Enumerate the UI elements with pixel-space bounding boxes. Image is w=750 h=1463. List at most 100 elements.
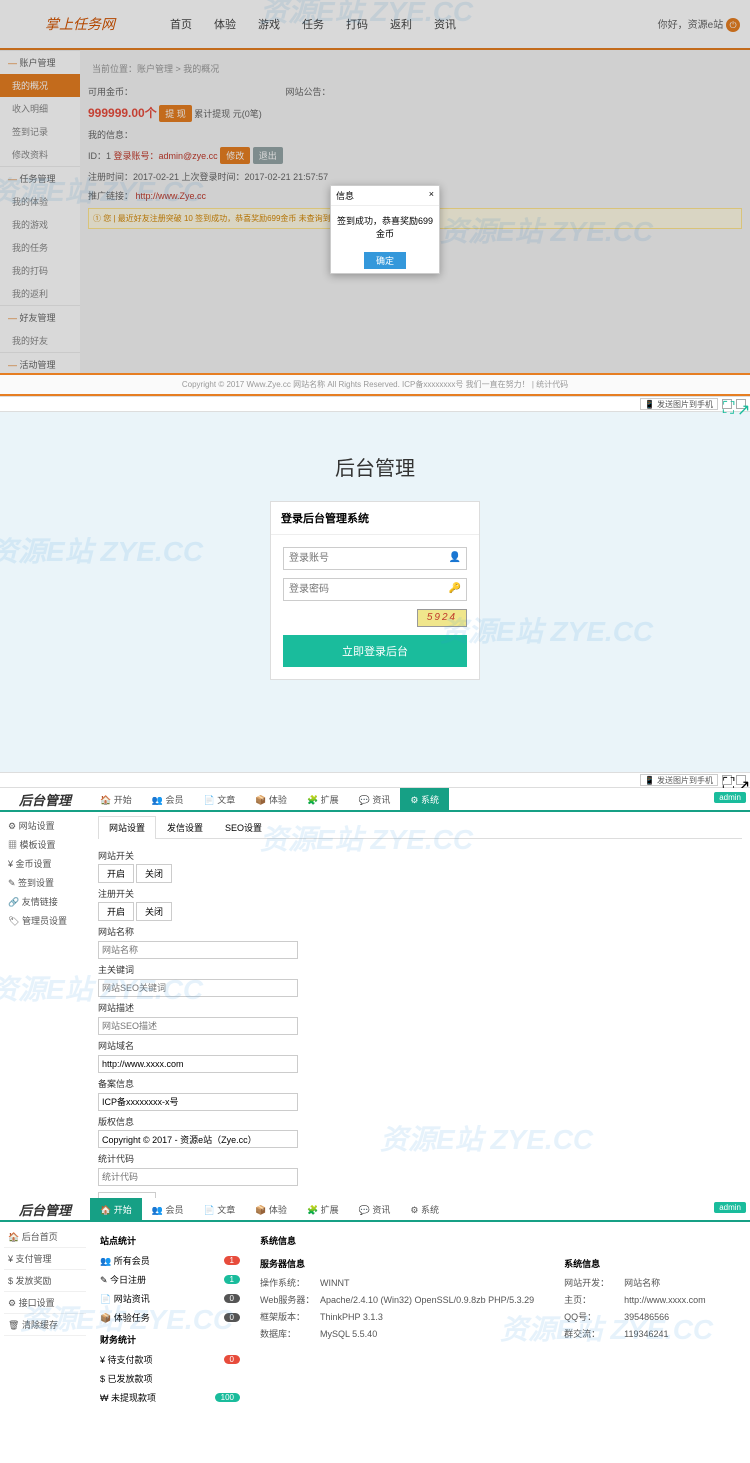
dialog-message: 签到成功，恭喜奖励699金币 [331, 206, 439, 248]
reg-on-button[interactable]: 开启 [98, 902, 134, 921]
admin-sidebar: ⚙ 网站设置 ▦ 模板设置 ¥ 金币设置 ✎ 签到设置 🔗 友情链接 🏷 管理员… [0, 812, 90, 1198]
password-input[interactable] [283, 578, 467, 601]
captcha-image[interactable]: 5924 [417, 609, 467, 627]
label-icp: 备案信息 [98, 1077, 742, 1090]
sitename-input[interactable] [98, 941, 298, 959]
qq-value: 395486566 [624, 1312, 669, 1322]
menu-member[interactable]: 👥 会员 [142, 1198, 194, 1221]
expand-icon[interactable]: ⛶ [722, 399, 732, 409]
login-submit-button[interactable]: 立即登录后台 [283, 635, 467, 667]
menu-news[interactable]: 💬 资讯 [349, 1198, 401, 1221]
stat-input[interactable] [98, 1168, 298, 1186]
admin-settings-panel: 资源E站 ZYE.CC 资源E站 ZYE.CC 资源E站 ZYE.CC 后台管理… [0, 788, 750, 1198]
tab-mail[interactable]: 发信设置 [156, 816, 214, 838]
expand-icon[interactable]: ⛶ [722, 775, 732, 785]
side-reward[interactable]: $ 发放奖励 [4, 1270, 86, 1292]
web-label: Web服务器： [260, 1293, 320, 1306]
menu-news[interactable]: 💬 资讯 [349, 788, 401, 811]
tab-site[interactable]: 网站设置 [98, 816, 156, 839]
menu-system[interactable]: ⚙ 系统 [400, 1198, 449, 1221]
label-keyword: 主关键词 [98, 963, 742, 976]
os-label: 操作系统： [260, 1276, 320, 1289]
side-links[interactable]: 🔗 友情链接 [4, 892, 86, 911]
stat-news-value: 0 [224, 1294, 240, 1303]
group-label: 群交流： [564, 1327, 624, 1340]
menu-article[interactable]: 📄 文章 [193, 1198, 245, 1221]
icp-input[interactable] [98, 1093, 298, 1111]
admin-menu: 🏠 开始 👥 会员 📄 文章 📦 体验 🧩 扩展 💬 资讯 ⚙ 系统 [90, 1198, 750, 1221]
front-site-panel: 资源E站 ZYE.CC 资源E站 ZYE.CC 资源E站 ZYE.CC 掌上任务… [0, 0, 750, 396]
side-site-settings[interactable]: ⚙ 网站设置 [4, 816, 86, 835]
label-stat: 统计代码 [98, 1152, 742, 1165]
admin-header: 后台管理 🏠 开始 👥 会员 📄 文章 📦 体验 🧩 扩展 💬 资讯 ⚙ 系统 … [0, 788, 750, 812]
side-payment[interactable]: ¥ 支付管理 [4, 1248, 86, 1270]
side-cache[interactable]: 🗑 清除缓存 [4, 1314, 86, 1336]
url-label: 主页： [564, 1293, 624, 1306]
stats-column: 站点统计 👥 所有会员1 ✎ 今日注册1 📄 网站资讯0 📦 体验任务0 财务统… [100, 1228, 240, 1407]
menu-start[interactable]: 🏠 开始 [90, 1198, 142, 1221]
settings-form: 网站开关 开启 关闭 注册开关 开启 关闭 网站名称 主关键词 网站描述 网站域… [98, 839, 742, 1198]
share-icon[interactable]: ↗ [736, 399, 746, 409]
stats-title: 站点统计 [100, 1234, 240, 1247]
admin-menu: 🏠 开始 👥 会员 📄 文章 📦 体验 🧩 扩展 💬 资讯 ⚙ 系统 [90, 788, 750, 811]
framework-value: ThinkPHP 3.1.3 [320, 1312, 383, 1322]
fin-unwithdraw-label: 未提现款项 [111, 1393, 156, 1403]
label-sitename: 网站名称 [98, 925, 742, 938]
menu-experience[interactable]: 📦 体验 [245, 788, 297, 811]
sysinfo-title: 系统信息 [260, 1234, 740, 1247]
stat-task-value: 0 [224, 1313, 240, 1322]
domain-input[interactable] [98, 1055, 298, 1073]
menu-extend[interactable]: 🧩 扩展 [297, 788, 349, 811]
sysinfo-column: 系统信息 服务器信息 操作系统：WINNT Web服务器：Apache/2.4.… [260, 1228, 740, 1407]
group-value: 119346241 [624, 1329, 668, 1339]
side-home[interactable]: 🏠 后台首页 [4, 1226, 86, 1248]
admin-logo: 后台管理 [0, 790, 90, 809]
db-value: MySQL 5.5.40 [320, 1329, 377, 1339]
stat-today-label: 今日注册 [110, 1275, 146, 1285]
menu-member[interactable]: 👥 会员 [142, 788, 194, 811]
fin-pending-value: 0 [224, 1355, 240, 1364]
side-checkin[interactable]: ✎ 签到设置 [4, 873, 86, 892]
username-input[interactable] [283, 547, 467, 570]
label-switch: 网站开关 [98, 849, 742, 862]
url-value: http://www.xxxx.com [624, 1295, 706, 1305]
reg-off-button[interactable]: 关闭 [136, 902, 172, 921]
keyword-input[interactable] [98, 979, 298, 997]
admin-dashboard-panel: 资源E站 ZYE.CC 资源E站 ZYE.CC 后台管理 🏠 开始 👥 会员 📄… [0, 1198, 750, 1463]
dialog-ok-button[interactable]: 确定 [364, 252, 406, 269]
fin-pending-label: 待支付款项 [108, 1355, 153, 1365]
menu-article[interactable]: 📄 文章 [193, 788, 245, 811]
menu-start[interactable]: 🏠 开始 [90, 788, 142, 811]
site-on-button[interactable]: 开启 [98, 864, 134, 883]
admin-header: 后台管理 🏠 开始 👥 会员 📄 文章 📦 体验 🧩 扩展 💬 资讯 ⚙ 系统 … [0, 1198, 750, 1222]
label-domain: 网站域名 [98, 1039, 742, 1052]
share-icon[interactable]: ↗ [736, 775, 746, 785]
tab-seo[interactable]: SEO设置 [214, 816, 273, 838]
side-coin[interactable]: ¥ 金币设置 [4, 854, 86, 873]
admin-login-panel: 资源E站 ZYE.CC 资源E站 ZYE.CC 后台管理 登录后台管理系统 👤 … [0, 412, 750, 772]
menu-extend[interactable]: 🧩 扩展 [297, 1198, 349, 1221]
send-to-phone-button[interactable]: 📱 发送图片到手机 [640, 774, 718, 786]
side-api[interactable]: ⚙ 接口设置 [4, 1292, 86, 1314]
copyright-input[interactable] [98, 1130, 298, 1148]
system-info-title: 系统信息 [564, 1257, 706, 1270]
menu-experience[interactable]: 📦 体验 [245, 1198, 297, 1221]
site-off-button[interactable]: 关闭 [136, 864, 172, 883]
side-admin[interactable]: 🏷 管理员设置 [4, 911, 86, 930]
label-copyright: 版权信息 [98, 1115, 742, 1128]
side-template[interactable]: ▦ 模板设置 [4, 835, 86, 854]
login-box: 登录后台管理系统 👤 🔑 5924 立即登录后台 [270, 501, 480, 680]
footer: Copyright © 2017 Www.Zye.cc 网站名称 All Rig… [0, 373, 750, 394]
stat-members-value: 1 [224, 1256, 240, 1265]
admin-badge[interactable]: admin [714, 1202, 746, 1213]
info-dialog: 信息 × 签到成功，恭喜奖励699金币 确定 [330, 185, 440, 274]
desc-input[interactable] [98, 1017, 298, 1035]
dashboard-sidebar: 🏠 后台首页 ¥ 支付管理 $ 发放奖励 ⚙ 接口设置 🗑 清除缓存 [0, 1222, 90, 1413]
send-to-phone-button[interactable]: 📱 发送图片到手机 [640, 398, 718, 410]
menu-system[interactable]: ⚙ 系统 [400, 788, 449, 811]
browser-toolbar: 📱 发送图片到手机 ⛶ ↗ [0, 396, 750, 412]
qq-label: QQ号： [564, 1310, 624, 1323]
admin-badge[interactable]: admin [714, 792, 746, 803]
stat-task-label: 体验任务 [114, 1313, 150, 1323]
close-icon[interactable]: × [429, 189, 434, 202]
